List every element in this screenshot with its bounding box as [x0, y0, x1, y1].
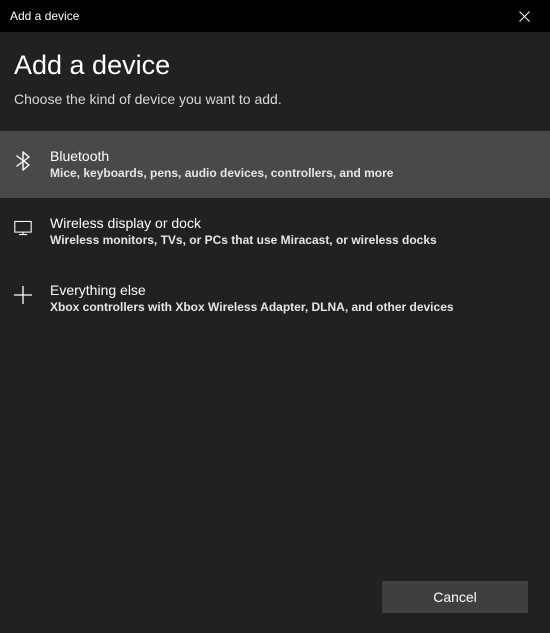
option-everything-else[interactable]: Everything else Xbox controllers with Xb…: [0, 265, 550, 332]
titlebar-title: Add a device: [10, 9, 79, 23]
option-title: Wireless display or dock: [50, 215, 437, 231]
device-option-list: Bluetooth Mice, keyboards, pens, audio d…: [0, 131, 550, 332]
close-icon: [519, 11, 530, 22]
plus-icon: [14, 286, 32, 304]
option-text: Bluetooth Mice, keyboards, pens, audio d…: [50, 148, 393, 180]
footer: Cancel: [382, 581, 528, 613]
option-desc: Mice, keyboards, pens, audio devices, co…: [50, 166, 393, 180]
option-title: Everything else: [50, 282, 454, 298]
page-subtitle: Choose the kind of device you want to ad…: [14, 91, 536, 107]
option-text: Everything else Xbox controllers with Xb…: [50, 282, 454, 314]
option-wireless-display[interactable]: Wireless display or dock Wireless monito…: [0, 198, 550, 265]
option-desc: Wireless monitors, TVs, or PCs that use …: [50, 233, 437, 247]
option-title: Bluetooth: [50, 148, 393, 164]
close-button[interactable]: [504, 1, 544, 31]
content-area: Add a device Choose the kind of device y…: [0, 32, 550, 332]
cancel-button[interactable]: Cancel: [382, 581, 528, 613]
titlebar: Add a device: [0, 0, 550, 32]
page-title: Add a device: [14, 50, 536, 81]
monitor-icon: [14, 219, 32, 237]
bluetooth-icon: [14, 152, 32, 170]
option-text: Wireless display or dock Wireless monito…: [50, 215, 437, 247]
option-bluetooth[interactable]: Bluetooth Mice, keyboards, pens, audio d…: [0, 131, 550, 198]
option-desc: Xbox controllers with Xbox Wireless Adap…: [50, 300, 454, 314]
